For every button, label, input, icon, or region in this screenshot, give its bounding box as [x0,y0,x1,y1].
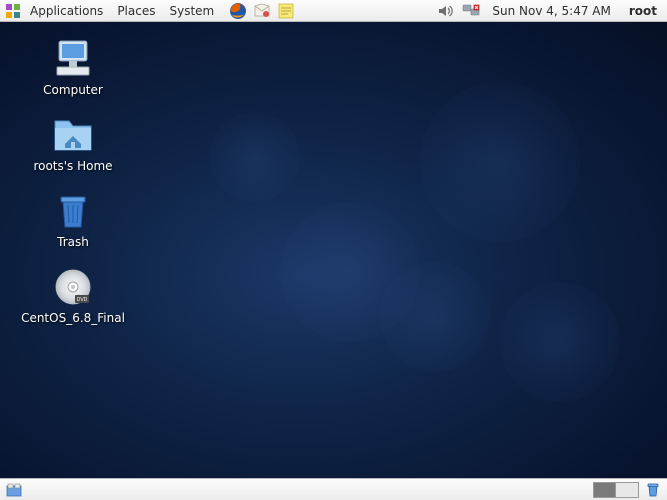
desktop-icon-label: Trash [54,234,92,250]
wallpaper-bokeh [210,112,300,202]
volume-icon[interactable] [436,2,454,20]
home-folder-icon [49,114,97,156]
clock[interactable]: Sun Nov 4, 5:47 AM [488,4,614,18]
desktop-icon-home[interactable]: roots's Home [18,114,128,174]
notes-icon[interactable] [276,1,296,21]
firefox-icon[interactable] [228,1,248,21]
desktop-icon-disc[interactable]: DVD CentOS_6.8_Final [18,266,128,326]
bottom-panel-right [593,481,663,499]
panel-left: Applications Places System [4,1,296,21]
wallpaper-bokeh [420,82,580,242]
network-icon[interactable] [462,2,480,20]
disc-icon: DVD [49,266,97,308]
system-menu[interactable]: System [163,2,220,20]
trash-icon [49,190,97,232]
trash-applet-icon[interactable] [643,481,663,499]
computer-icon [49,38,97,80]
quick-launch [228,1,296,21]
wallpaper-bokeh [500,282,620,402]
top-panel: Applications Places System [0,0,667,22]
desktop-icon-computer[interactable]: Computer [18,38,128,98]
workspace-2[interactable] [616,483,638,497]
user-menu[interactable]: root [623,4,663,18]
bottom-panel [0,478,667,500]
workspace-switcher [593,482,639,498]
panel-right: Sun Nov 4, 5:47 AM root [436,2,663,20]
desktop-icon-label: Computer [40,82,106,98]
email-icon[interactable] [252,1,272,21]
desktop[interactable]: Computer roots's Home Trash [0,22,667,478]
wallpaper-bokeh [380,262,490,372]
distributor-logo-icon [4,2,22,20]
desktop-icon-trash[interactable]: Trash [18,190,128,250]
places-menu[interactable]: Places [111,2,161,20]
show-desktop-button[interactable] [4,481,24,499]
desktop-icon-label: roots's Home [30,158,115,174]
svg-text:DVD: DVD [77,297,88,303]
applications-menu[interactable]: Applications [24,2,109,20]
desktop-icon-label: CentOS_6.8_Final [18,310,128,326]
workspace-1[interactable] [594,483,616,497]
